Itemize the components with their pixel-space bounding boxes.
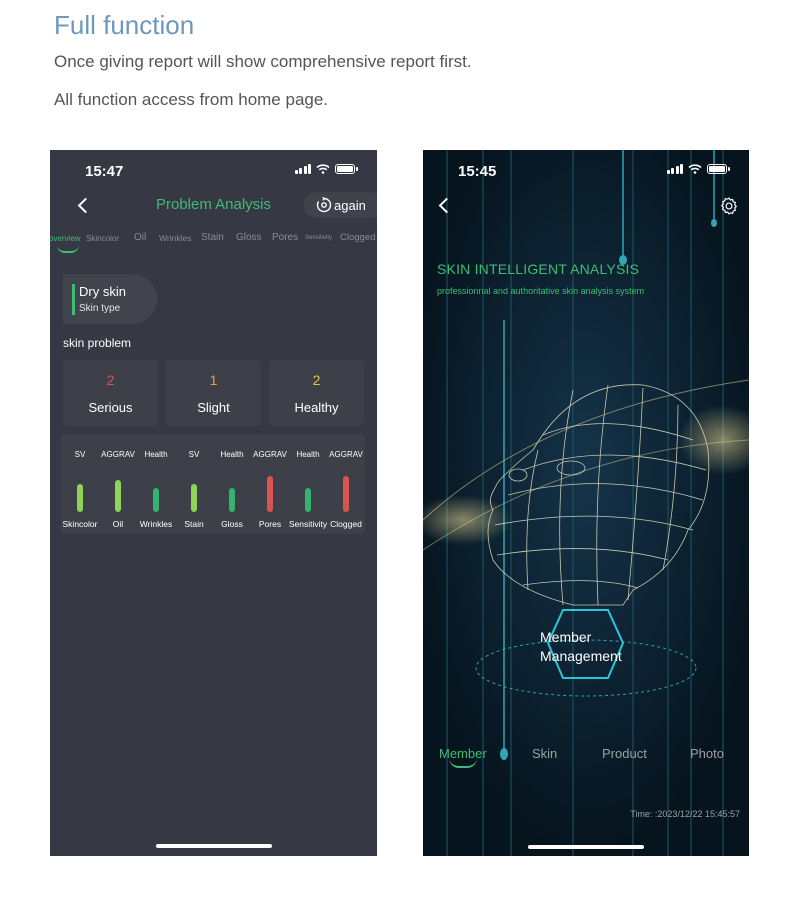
bar-status: AGGRAV — [253, 450, 287, 459]
signal-icon — [666, 164, 683, 174]
member-management-line-1: Member — [540, 629, 592, 645]
again-label: again — [334, 197, 366, 213]
again-button[interactable]: again — [304, 192, 377, 218]
wifi-icon — [688, 164, 702, 174]
tab-wrinkles[interactable]: Wrinkles — [159, 233, 191, 243]
bar-level — [77, 484, 83, 512]
skin-type-value: Dry skin — [79, 284, 126, 299]
count-label: Serious — [88, 400, 133, 415]
problem-bars-card: SV Skincolor AGGRAV Oil Health Wrinkles SV Stai… — [61, 434, 365, 534]
status-icons — [666, 164, 730, 174]
bar-column-clogged[interactable]: AGGRAV Clogged — [327, 434, 365, 534]
status-time: 15:47 — [85, 163, 124, 180]
bar-column-gloss[interactable]: Health Gloss — [213, 434, 251, 534]
bar-level — [115, 480, 121, 512]
tab-photo[interactable]: Photo — [690, 746, 724, 761]
bar-column-sensitivity[interactable]: Health Sensitivity — [289, 434, 327, 534]
bar-status: SV — [74, 450, 86, 459]
tab-skincolor[interactable]: Skincolor — [86, 234, 119, 243]
count-card-slight[interactable]: 1 Slight — [166, 360, 261, 426]
tab-oil[interactable]: Oil — [134, 232, 146, 243]
page-title: Full function — [54, 10, 195, 40]
bar-status: Health — [220, 450, 244, 459]
bar-column-wrinkles[interactable]: Health Wrinkles — [137, 434, 175, 534]
tab-sensitivity[interactable]: Sensitivity — [305, 235, 332, 241]
tab-clogged[interactable]: Clogged — [340, 232, 375, 243]
hero-subtitle: professionnal and authoritative skin ana… — [437, 286, 645, 296]
bar-column-pores[interactable]: AGGRAV Pores — [251, 434, 289, 534]
bar-column-stain[interactable]: SV Stain — [175, 434, 213, 534]
bar-status: AGGRAV — [329, 450, 363, 459]
hero-title: SKIN INTELLIGENT ANALYSIS — [437, 261, 640, 277]
bar-level — [153, 488, 159, 512]
tab-gloss[interactable]: Gloss — [236, 232, 262, 243]
battery-icon — [707, 164, 730, 174]
bar-level — [305, 488, 311, 512]
count-value: 2 — [312, 372, 321, 388]
count-value: 1 — [209, 372, 218, 388]
count-value: 2 — [106, 372, 115, 388]
status-time: 15:45 — [458, 163, 497, 180]
settings-gear-icon[interactable] — [719, 196, 739, 216]
count-label: Slight — [197, 400, 230, 415]
home-indicator[interactable] — [528, 845, 644, 849]
problem-analysis-screen: 15:47 Problem Analysis again overview Sk… — [50, 150, 377, 856]
bar-status: SV — [188, 450, 200, 459]
count-label: Healthy — [294, 400, 339, 415]
count-card-healthy[interactable]: 2 Healthy — [269, 360, 364, 426]
skin-type-card: Dry skin Skin type — [63, 274, 157, 324]
home-indicator[interactable] — [155, 844, 272, 848]
tab-overview[interactable]: overview — [50, 234, 81, 243]
bar-level — [267, 476, 273, 512]
refresh-icon — [316, 197, 332, 213]
active-tab-indicator — [57, 245, 79, 253]
bar-level — [229, 488, 235, 512]
description-line-1: Once giving report will show comprehensi… — [54, 52, 472, 71]
bar-column-skincolor[interactable]: SV Skincolor — [61, 434, 99, 534]
bar-status: Health — [296, 450, 320, 459]
timestamp: Time: :2023/12/22 15:45:57 — [630, 809, 740, 819]
problem-counts: 2 Serious 1 Slight 2 Healthy — [63, 360, 364, 426]
skin-type-label: Skin type — [79, 303, 121, 314]
battery-icon — [335, 164, 358, 174]
description-line-2: All function access from home page. — [54, 90, 329, 109]
category-tabs: overview Skincolor Oil Wrinkles Stain Gl… — [50, 232, 377, 258]
skin-problem-heading: skin problem — [63, 336, 132, 350]
bar-column-oil[interactable]: AGGRAV Oil — [99, 434, 137, 534]
tab-skin[interactable]: Skin — [532, 746, 557, 761]
bar-level — [191, 484, 197, 512]
wifi-icon — [316, 164, 330, 174]
bar-status: Health — [144, 450, 168, 459]
member-management-line-2: Management — [540, 648, 622, 664]
member-management-button[interactable]: Member Management — [540, 628, 622, 666]
signal-icon — [294, 164, 311, 174]
count-card-serious[interactable]: 2 Serious — [63, 360, 158, 426]
skin-type-accent — [72, 284, 75, 315]
bar-status: AGGRAV — [101, 450, 135, 459]
bar-level — [343, 476, 349, 512]
status-icons — [294, 164, 358, 174]
tab-pores[interactable]: Pores — [272, 232, 298, 243]
home-screen: 15:45 SKIN INTELLIGENT ANALYSIS professi… — [423, 150, 749, 856]
bar-name: Clogged — [330, 519, 362, 529]
tab-stain[interactable]: Stain — [201, 232, 224, 243]
tab-product[interactable]: Product — [602, 746, 647, 761]
